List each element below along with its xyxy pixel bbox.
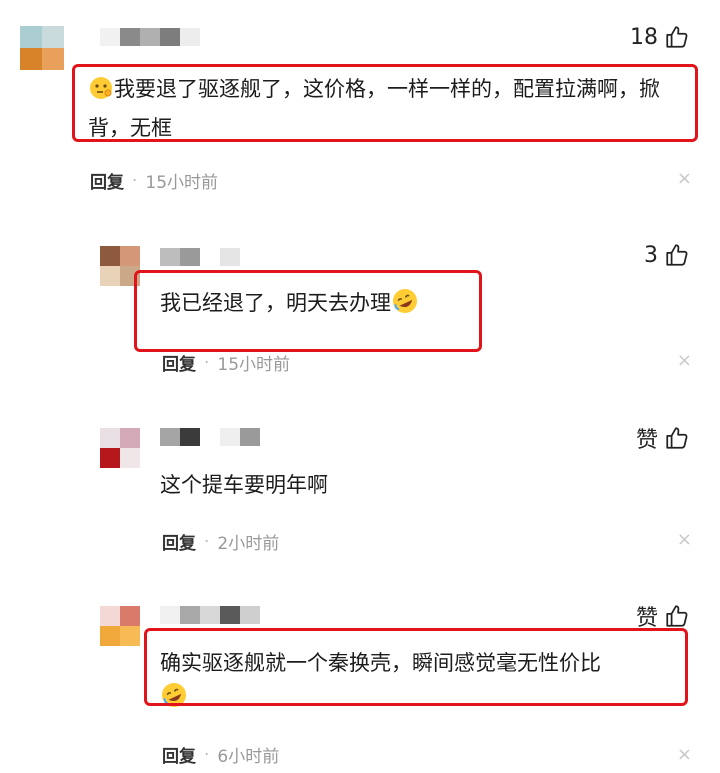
reply-button[interactable]: 回复 bbox=[162, 742, 196, 767]
reply-button[interactable]: 回复 bbox=[90, 168, 124, 193]
comment-meta: 回复 · 6小时前 bbox=[162, 742, 280, 768]
avatar[interactable] bbox=[100, 606, 140, 646]
like-count[interactable]: 18 bbox=[630, 24, 690, 50]
timestamp: 2小时前 bbox=[217, 534, 280, 554]
separator: · bbox=[204, 744, 210, 765]
separator: · bbox=[204, 531, 210, 552]
like-count-value: 赞 bbox=[635, 428, 658, 453]
like-count-value: 3 bbox=[644, 242, 658, 268]
username-blurred[interactable] bbox=[100, 28, 200, 46]
username-blurred[interactable] bbox=[160, 606, 260, 624]
thumbs-up-icon[interactable] bbox=[664, 242, 690, 268]
separator: · bbox=[204, 352, 210, 373]
thumbs-up-icon[interactable] bbox=[664, 425, 690, 451]
highlight-box bbox=[72, 64, 698, 142]
avatar[interactable] bbox=[100, 428, 140, 468]
username-blurred[interactable] bbox=[160, 428, 260, 446]
comment-meta: 回复 · 15小时前 bbox=[162, 350, 291, 376]
timestamp: 15小时前 bbox=[217, 355, 291, 375]
comment-text: 这个提车要明年啊 bbox=[160, 468, 660, 502]
separator: · bbox=[132, 170, 138, 191]
thumbs-up-icon[interactable] bbox=[664, 603, 690, 629]
thumbs-up-icon[interactable] bbox=[664, 24, 690, 50]
highlight-box bbox=[144, 628, 688, 706]
avatar[interactable] bbox=[20, 26, 64, 70]
timestamp: 15小时前 bbox=[145, 173, 219, 193]
comment-meta: 回复 · 15小时前 bbox=[90, 168, 219, 194]
like-count[interactable]: 3 bbox=[644, 242, 690, 268]
username-blurred[interactable] bbox=[160, 248, 240, 266]
close-icon[interactable]: × bbox=[677, 529, 692, 550]
like-count[interactable]: 赞 bbox=[636, 422, 690, 454]
close-icon[interactable]: × bbox=[677, 744, 692, 765]
highlight-box bbox=[134, 270, 482, 352]
reply-button[interactable]: 回复 bbox=[162, 529, 196, 554]
reply-button[interactable]: 回复 bbox=[162, 350, 196, 375]
close-icon[interactable]: × bbox=[677, 168, 692, 189]
timestamp: 6小时前 bbox=[217, 747, 280, 767]
close-icon[interactable]: × bbox=[677, 350, 692, 371]
like-count-value: 18 bbox=[630, 24, 658, 50]
comment-text-content: 这个提车要明年啊 bbox=[160, 473, 328, 497]
comment-meta: 回复 · 2小时前 bbox=[162, 529, 280, 555]
